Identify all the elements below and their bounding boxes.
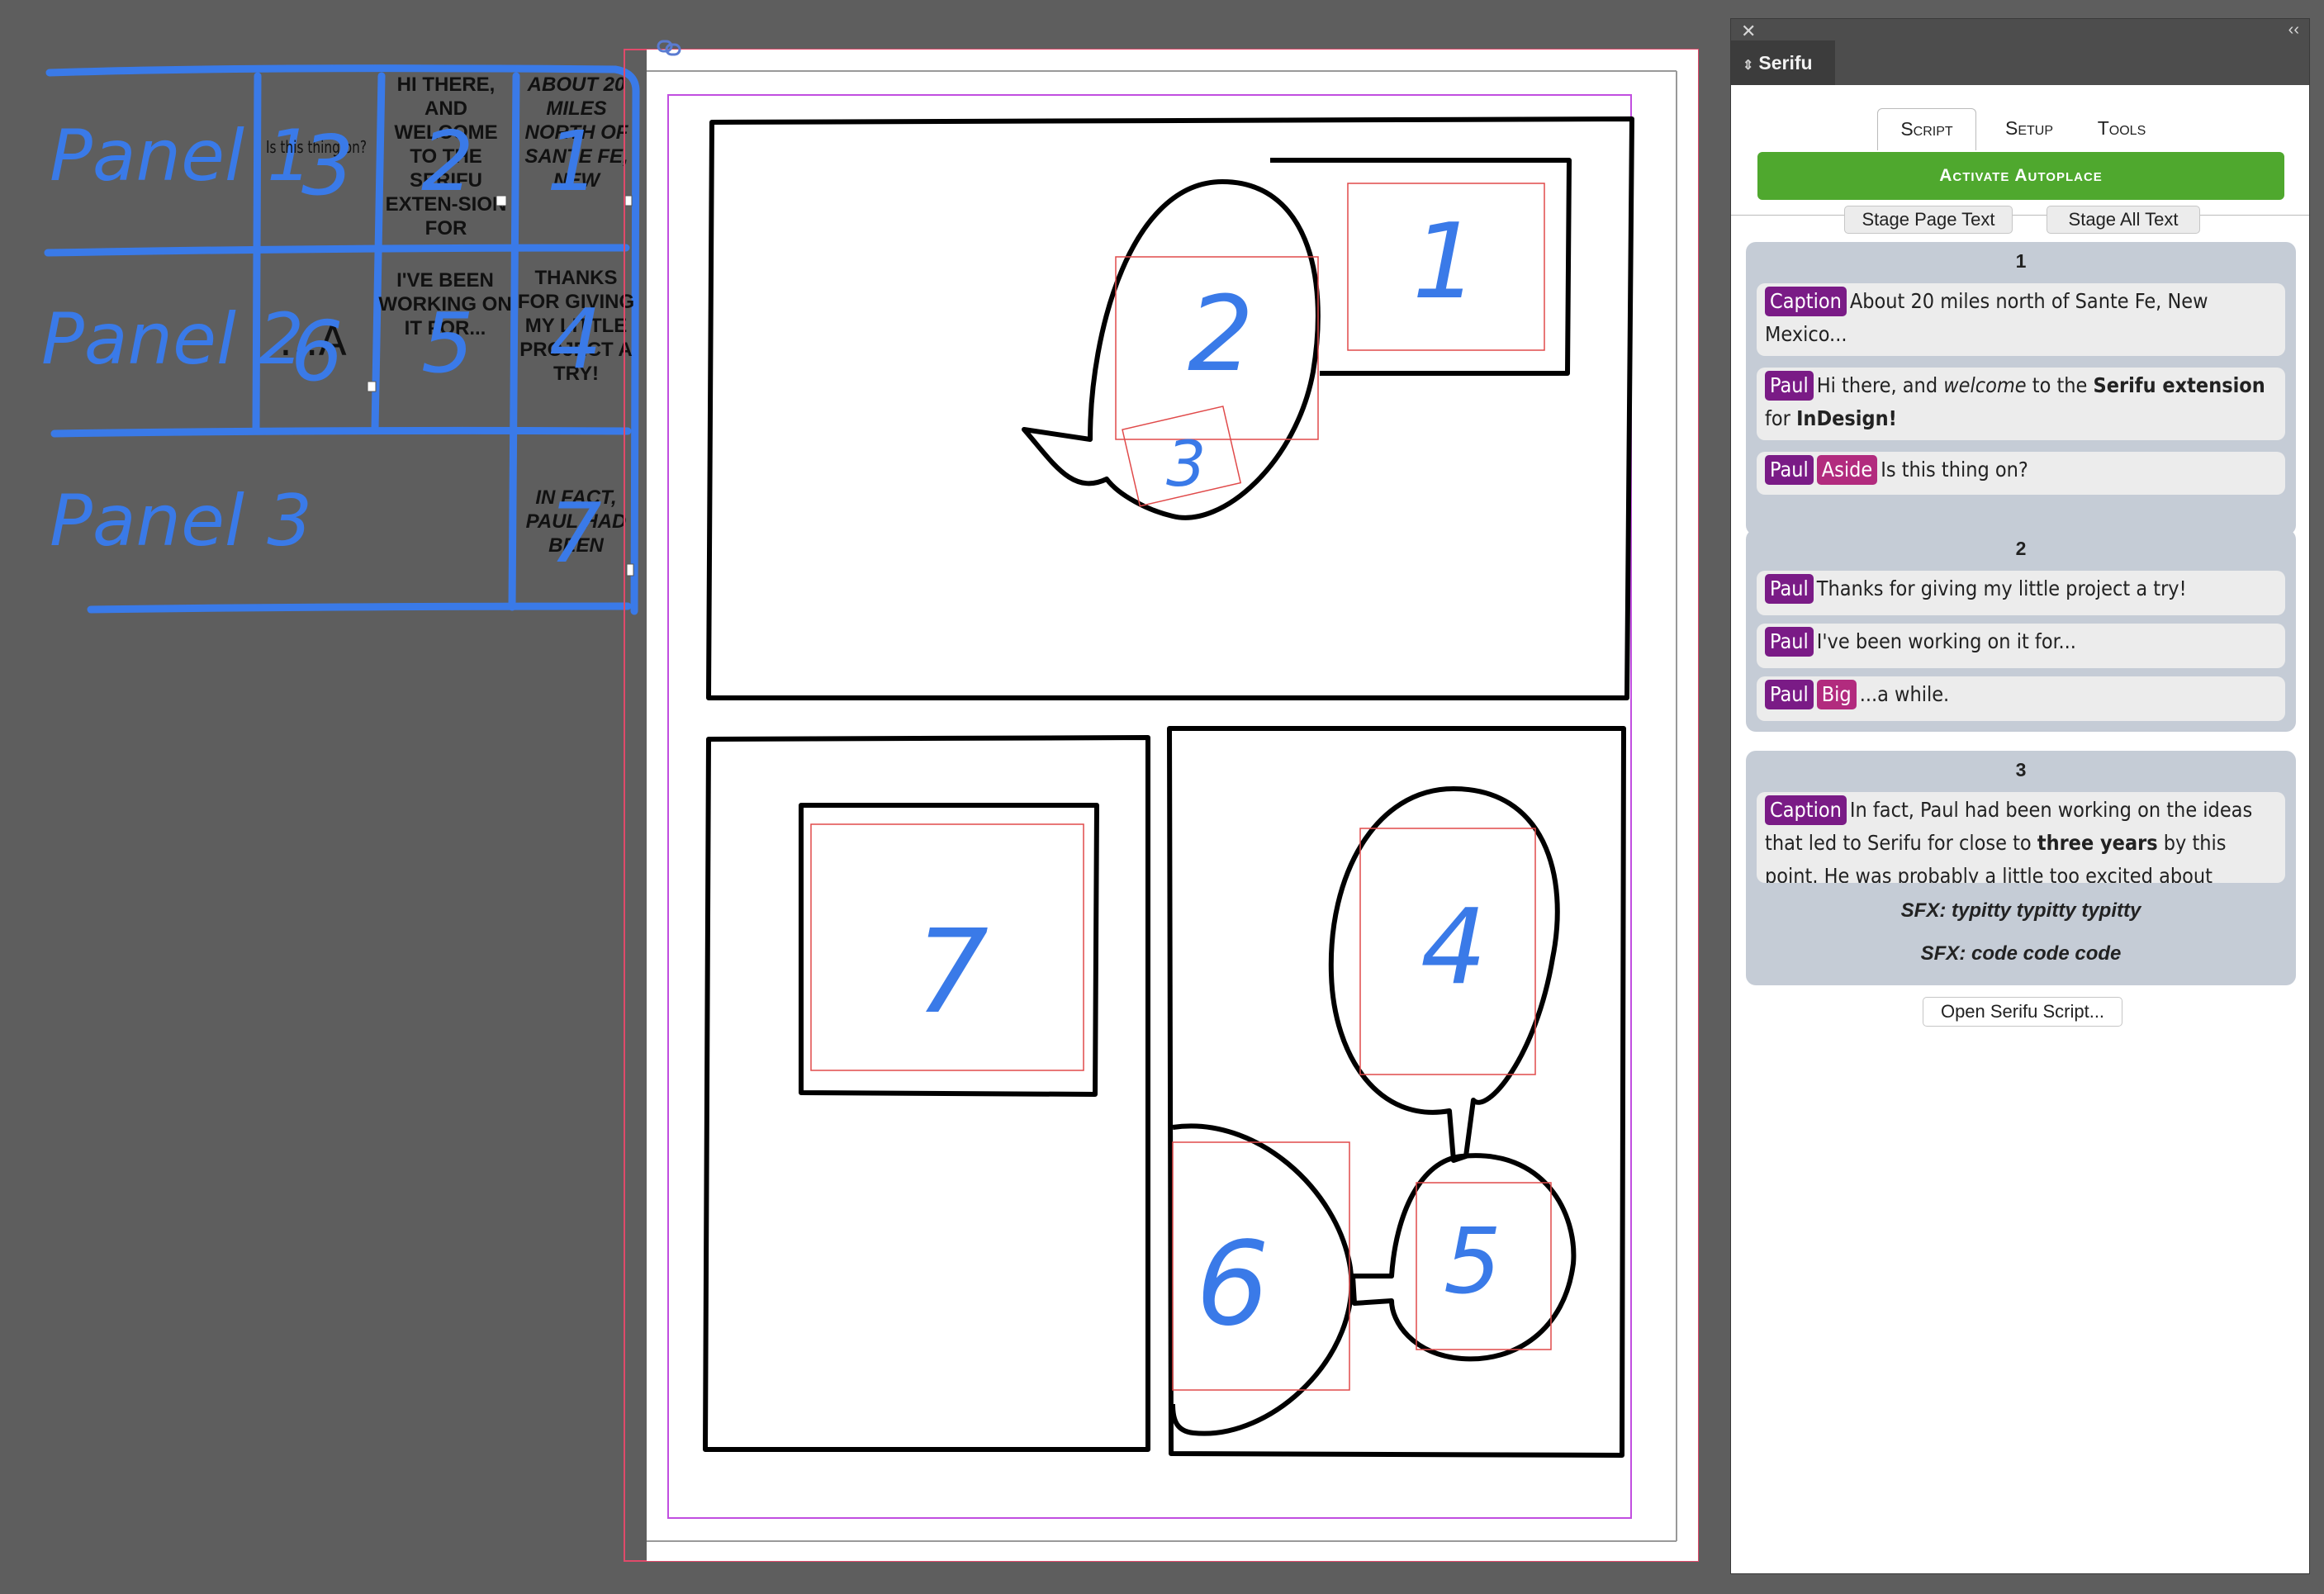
line-text: three years	[2037, 831, 2158, 855]
frame-number: 1	[1412, 201, 1478, 322]
style-tag: Aside	[1816, 455, 1878, 485]
serifu-panel: ✕ ‹‹ ⇕ Serifu Script Setup Tools Activate…	[1730, 18, 2310, 1574]
chevron-updown-icon: ⇕	[1743, 59, 1754, 73]
line-text: welcome	[1943, 373, 2027, 397]
panel-title: Serifu	[1758, 52, 1813, 74]
stage-page-text-button[interactable]: Stage Page Text	[1844, 206, 2013, 234]
panel-header: ✕ ‹‹ ⇕ Serifu	[1731, 19, 2309, 85]
script-group-2: 2 Paul Thanks for giving my little projec…	[1746, 529, 2296, 732]
sfx-line[interactable]: SFX: code code code	[1746, 942, 2296, 965]
script-group-1: 1 Caption About 20 miles north of Sante F…	[1746, 242, 2296, 535]
character-tag: Paul	[1765, 627, 1814, 657]
script-line[interactable]: Paul Big ...a while.	[1757, 676, 2285, 721]
style-tag: Big	[1816, 680, 1857, 709]
frame-number: 6	[1196, 1217, 1269, 1352]
panel-tab-serifu[interactable]: ⇕ Serifu	[1731, 40, 1835, 85]
frame-number: 4	[1420, 886, 1487, 1008]
frame-number: 5	[1444, 1208, 1501, 1314]
character-tag: Caption	[1765, 287, 1847, 316]
script-line[interactable]: Caption About 20 miles north of Sante Fe,…	[1757, 283, 2285, 356]
character-tag: Caption	[1765, 795, 1847, 825]
line-text: I've been working on it for...	[1816, 629, 2076, 653]
character-tag: Paul	[1765, 574, 1814, 604]
line-text: Thanks for giving my little project a tr…	[1816, 576, 2187, 600]
tab-script[interactable]: Script	[1877, 108, 1976, 150]
line-text: to the	[2026, 373, 2094, 397]
frame-number: 7	[915, 905, 989, 1040]
script-line[interactable]: Caption In fact, Paul had been working on…	[1757, 792, 2285, 883]
close-icon[interactable]: ✕	[1741, 22, 1756, 40]
tab-setup[interactable]: Setup	[1992, 108, 2066, 149]
line-text: Serifu extension	[2093, 373, 2265, 397]
group-number: 3	[2015, 759, 2027, 780]
line-text: ...a while.	[1859, 682, 1950, 706]
frame-number: 2	[1188, 273, 1254, 395]
collapse-icon[interactable]: ‹‹	[2288, 21, 2299, 39]
line-text: InDesign!	[1796, 406, 1897, 430]
script-line[interactable]: Paul Hi there, and welcome to the Serifu …	[1757, 368, 2285, 440]
tab-tools[interactable]: Tools	[2084, 108, 2159, 149]
line-text: for	[1765, 406, 1797, 430]
sfx-line[interactable]: SFX: typitty typitty typitty	[1746, 899, 2296, 923]
group-number: 2	[2015, 538, 2027, 559]
line-text: Is this thing on?	[1881, 458, 2028, 482]
group-number: 1	[2015, 250, 2027, 272]
open-script-button[interactable]: Open Serifu Script...	[1923, 997, 2122, 1027]
script-group-3: 3 Caption In fact, Paul had been working …	[1746, 751, 2296, 985]
character-tag: Paul	[1765, 455, 1814, 485]
character-tag: Paul	[1765, 371, 1814, 401]
script-line[interactable]: Paul I've been working on it for...	[1757, 624, 2285, 668]
activate-autoplace-button[interactable]: Activate Autoplace	[1757, 152, 2284, 200]
script-line[interactable]: Paul Aside Is this thing on?	[1757, 452, 2285, 495]
character-tag: Paul	[1765, 680, 1814, 709]
frame-number: 3	[1166, 427, 1206, 500]
panel-subtabs: Script Setup Tools	[1731, 85, 2309, 216]
line-text: Hi there, and	[1816, 373, 1944, 397]
script-line[interactable]: Paul Thanks for giving my little project …	[1757, 571, 2285, 615]
tab-divider	[1731, 215, 2309, 216]
stage-all-text-button[interactable]: Stage All Text	[2047, 206, 2200, 234]
